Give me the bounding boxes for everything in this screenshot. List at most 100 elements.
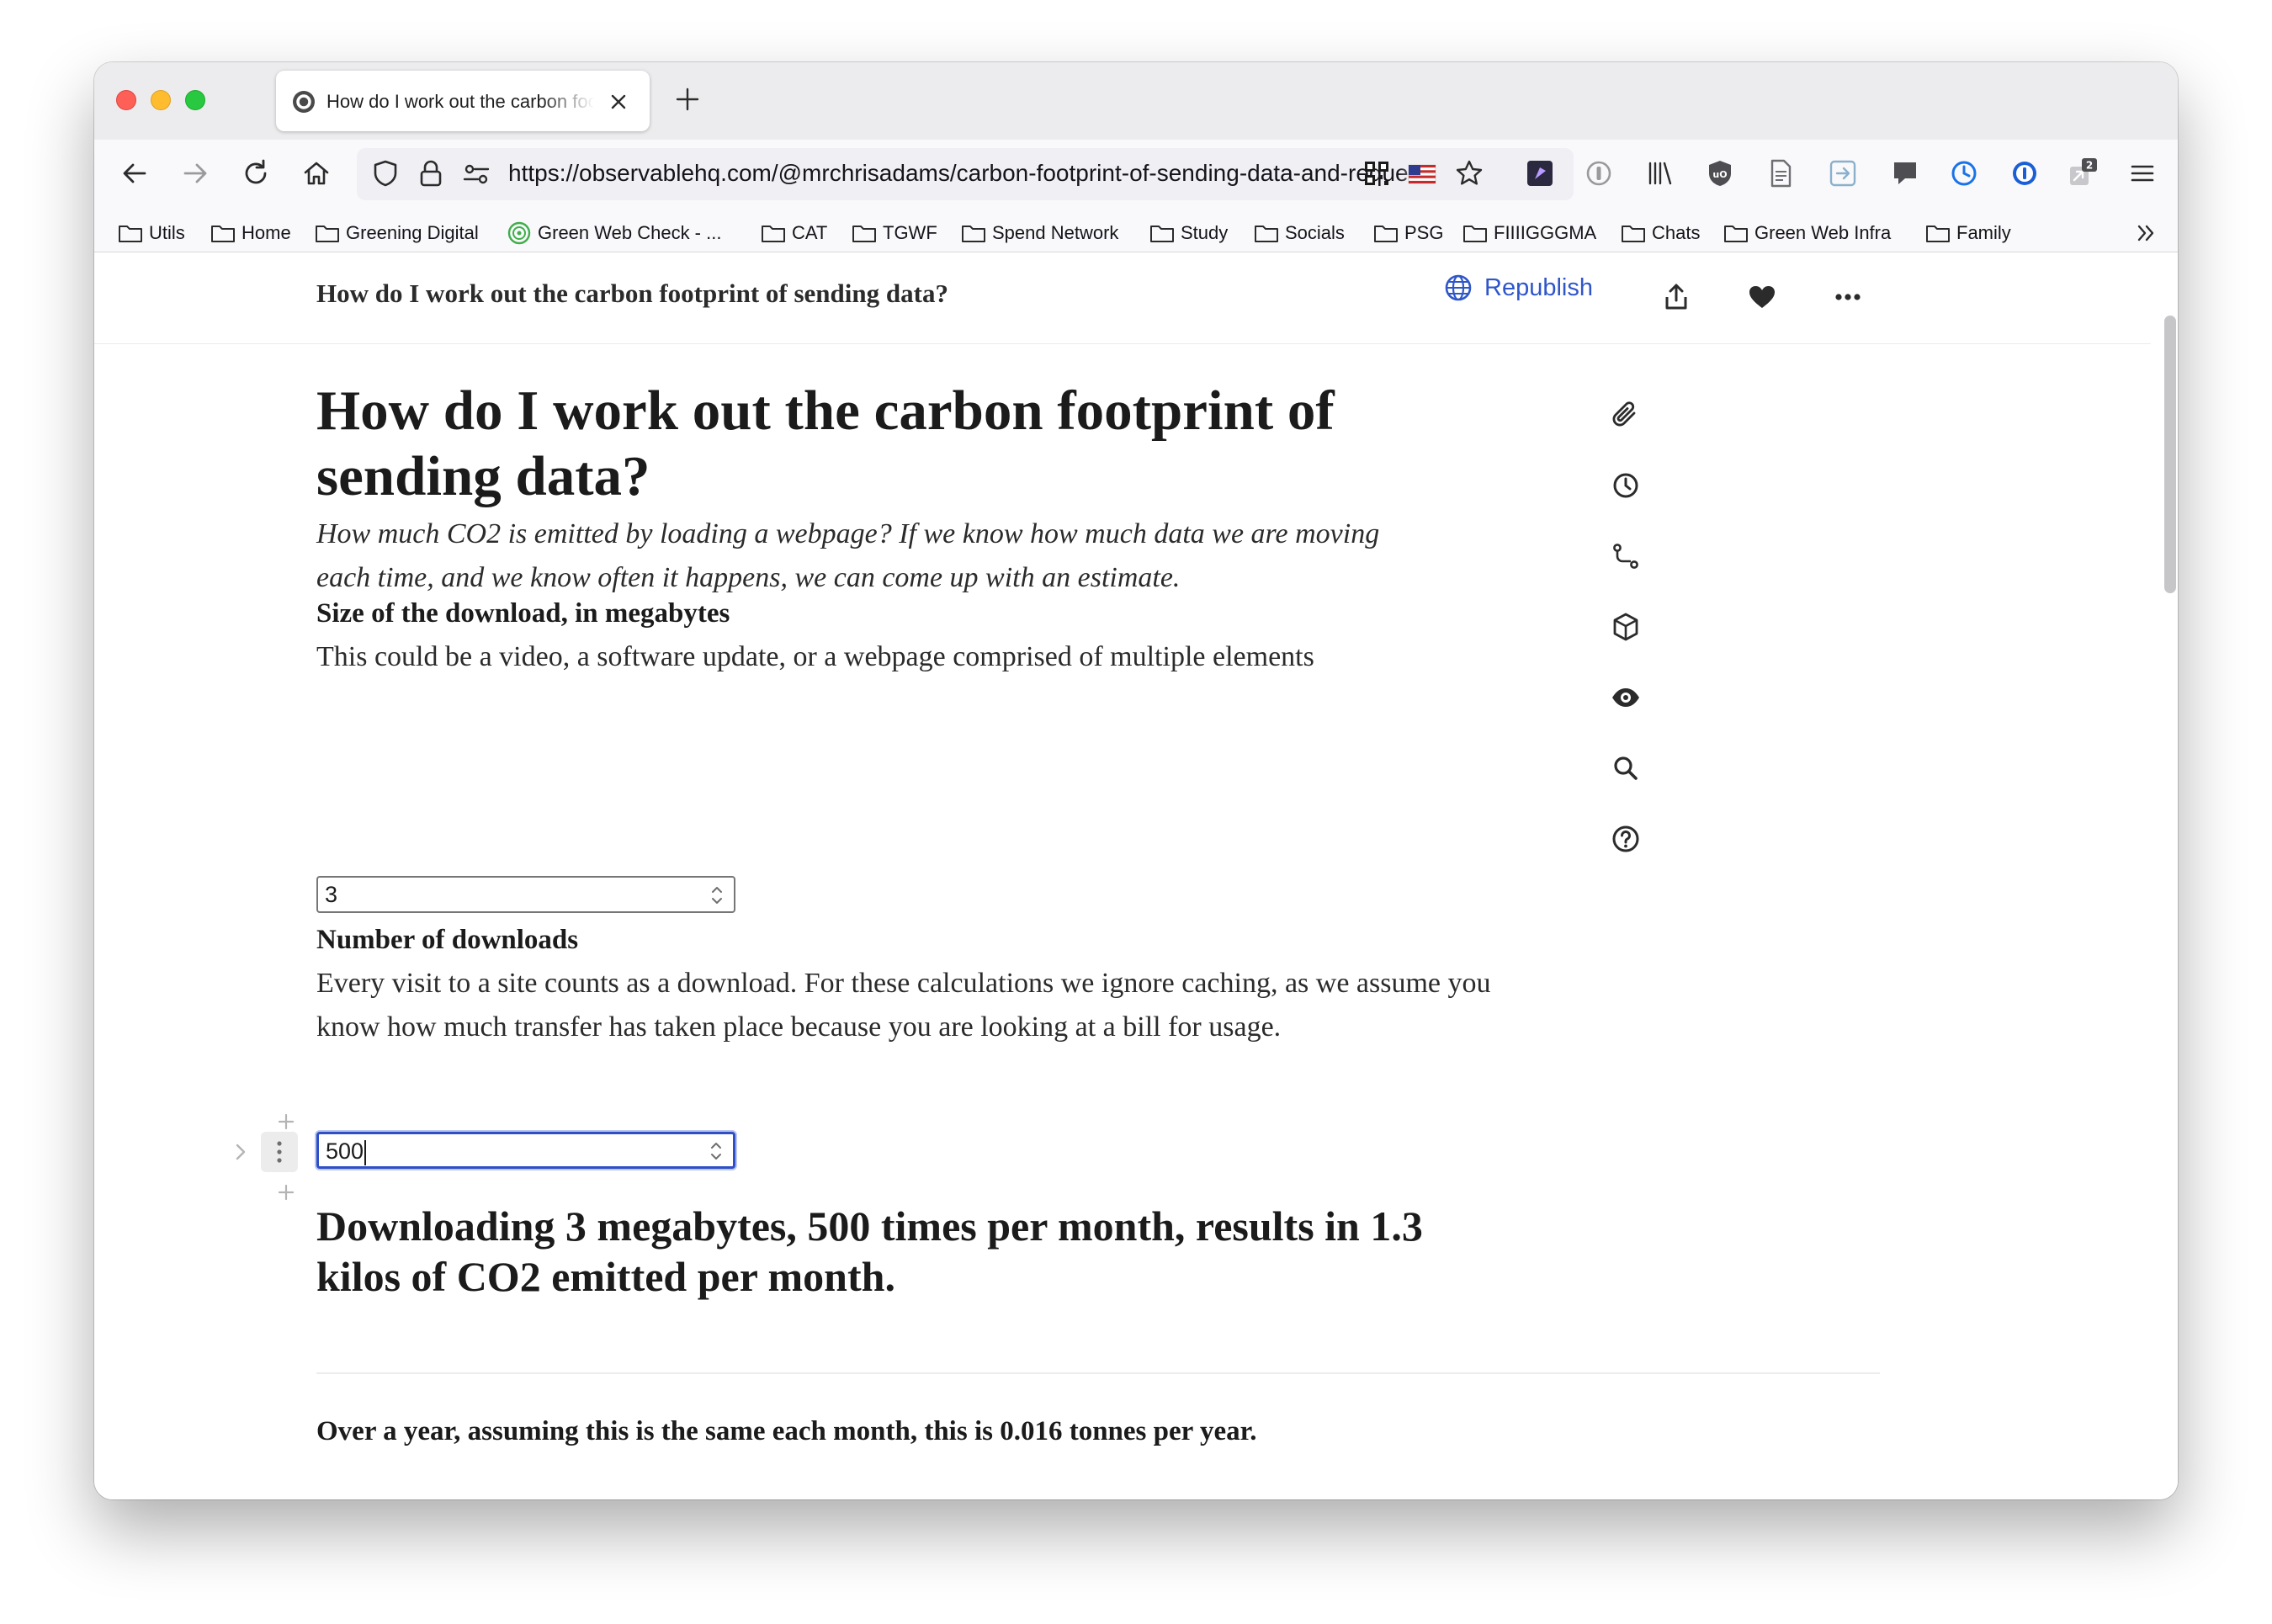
folder-icon xyxy=(852,226,876,242)
bookmark-item[interactable]: Home xyxy=(210,220,291,246)
yearly-result-text: Over a year, assuming this is the same e… xyxy=(316,1416,1257,1446)
bookmark-item[interactable]: Green Web Infra xyxy=(1723,220,1891,246)
history-icon[interactable] xyxy=(1609,469,1643,502)
notebook-header: How do I work out the carbon footprint o… xyxy=(94,253,2151,344)
library-icon[interactable] xyxy=(1643,157,1676,190)
folder-icon xyxy=(316,226,339,242)
bookmark-item[interactable]: CAT xyxy=(761,220,827,246)
folder-icon xyxy=(211,226,235,242)
paperclip-icon[interactable] xyxy=(1609,398,1643,432)
folder-icon xyxy=(1374,226,1398,242)
search-icon[interactable] xyxy=(1609,751,1643,785)
number-spinner-icon[interactable] xyxy=(709,883,725,908)
notebook-intro: How much CO2 is emitted by loading a web… xyxy=(316,518,1380,593)
folder-icon xyxy=(119,226,142,242)
qr-code-icon[interactable] xyxy=(1360,157,1393,190)
bookmark-item[interactable]: Spend Network xyxy=(961,220,1118,246)
send-to-device-icon[interactable] xyxy=(1826,157,1860,190)
text-caret xyxy=(364,1139,367,1165)
arrow-left-icon[interactable] xyxy=(118,157,151,190)
close-tab-icon[interactable] xyxy=(608,91,629,113)
heart-icon[interactable] xyxy=(1745,280,1779,314)
bookmark-label: Home xyxy=(242,222,291,243)
shield-icon[interactable] xyxy=(369,157,402,190)
vertical-dots-icon xyxy=(277,1141,282,1163)
add-cell-above-icon[interactable] xyxy=(276,1112,296,1132)
bookmark-label: Green Web Check - ... xyxy=(538,222,722,243)
permissions-icon[interactable] xyxy=(459,157,493,190)
extensions-badge-icon[interactable]: 2 xyxy=(2065,157,2099,190)
us-flag-icon[interactable] xyxy=(1405,157,1439,190)
folder-icon xyxy=(1150,226,1174,242)
downloads-label: Number of downloads xyxy=(316,925,579,955)
folder-icon xyxy=(762,226,785,242)
close-window-button[interactable] xyxy=(116,90,136,110)
svg-text:uO: uO xyxy=(1712,169,1727,180)
green-web-check-icon xyxy=(507,221,531,245)
dependency-icon[interactable] xyxy=(1609,539,1643,573)
bookmark-label: Chats xyxy=(1652,222,1701,243)
bookmark-label: Study xyxy=(1181,222,1229,243)
observable-favicon-icon xyxy=(293,91,315,113)
notebook-body: How do I work out the carbon footprint o… xyxy=(94,344,2151,1499)
extension-purple-icon[interactable] xyxy=(1523,157,1557,190)
bookmark-item[interactable]: Family xyxy=(1925,220,2011,246)
republish-label: Republish xyxy=(1484,273,1593,301)
download-size-value: 3 xyxy=(325,882,338,907)
home-icon[interactable] xyxy=(300,157,333,190)
arrow-right-icon[interactable] xyxy=(178,157,212,190)
bookmark-item[interactable]: Greening Digital xyxy=(315,220,479,246)
hamburger-icon[interactable] xyxy=(2126,157,2159,190)
bookmark-item[interactable]: Socials xyxy=(1254,220,1345,246)
bookmark-item[interactable]: Utils xyxy=(118,220,185,246)
extension-password-icon[interactable] xyxy=(1582,157,1616,190)
star-icon[interactable] xyxy=(1452,157,1486,190)
folder-icon xyxy=(1463,226,1487,242)
onepassword-icon[interactable] xyxy=(2008,157,2041,190)
reload-icon[interactable] xyxy=(239,157,273,190)
download-size-input[interactable]: 3 xyxy=(316,876,735,913)
bookmark-item[interactable]: Study xyxy=(1149,220,1228,246)
bookmark-label: Utils xyxy=(149,222,185,243)
bookmark-item[interactable]: FIIIIGGGMA xyxy=(1462,220,1596,246)
minimize-window-button[interactable] xyxy=(151,90,171,110)
republish-button[interactable]: Republish xyxy=(1444,273,1593,302)
bookmark-item[interactable]: PSG xyxy=(1373,220,1443,246)
more-options-icon[interactable] xyxy=(1831,280,1865,314)
folder-icon xyxy=(1622,226,1645,242)
url-text[interactable]: https://observablehq.com/@mrchrisadams/c… xyxy=(508,150,1434,197)
tab-active[interactable]: How do I work out the carbon footprint o… xyxy=(276,71,650,131)
divider xyxy=(316,1372,1880,1374)
scrollbar-thumb[interactable] xyxy=(2164,316,2176,593)
right-sidebar-icons xyxy=(1609,344,1659,933)
bookmark-label: CAT xyxy=(792,222,828,243)
bookmark-item[interactable]: Chats xyxy=(1621,220,1700,246)
number-spinner-icon[interactable] xyxy=(708,1138,725,1164)
bookmarks-toolbar: Utils Home Greening Digital Green Web Check… xyxy=(94,209,2178,252)
bookmark-item[interactable]: TGWF xyxy=(852,220,937,246)
expand-cell-icon[interactable] xyxy=(231,1135,251,1169)
bookmarks-overflow-icon[interactable] xyxy=(2134,220,2159,246)
share-icon[interactable] xyxy=(1659,280,1693,314)
ublock-icon[interactable]: uO xyxy=(1703,157,1737,190)
downloads-input[interactable]: 500 xyxy=(316,1132,735,1169)
new-tab-icon[interactable] xyxy=(673,85,702,114)
lock-icon[interactable] xyxy=(414,157,448,190)
package-icon[interactable] xyxy=(1609,610,1643,644)
bookmark-label: Family xyxy=(1956,222,2011,243)
bookmark-label: Socials xyxy=(1285,222,1345,243)
visibility-icon[interactable] xyxy=(1609,681,1643,714)
notes-icon[interactable] xyxy=(1888,157,1922,190)
clock-extension-icon[interactable] xyxy=(1947,157,1981,190)
notebook-header-title: How do I work out the carbon footprint o… xyxy=(316,279,948,308)
reader-icon[interactable] xyxy=(1764,157,1797,190)
folder-icon xyxy=(962,226,985,242)
add-cell-below-icon[interactable] xyxy=(276,1182,296,1202)
zoom-window-button[interactable] xyxy=(185,90,205,110)
help-icon[interactable] xyxy=(1609,822,1643,856)
bookmark-item[interactable]: Green Web Check - ... xyxy=(507,220,721,246)
bookmark-label: Spend Network xyxy=(992,222,1119,243)
tab-bar: How do I work out the carbon footprint o… xyxy=(94,62,2178,140)
cell-menu-button[interactable] xyxy=(261,1132,298,1172)
notebook-title: How do I work out the carbon footprint o… xyxy=(316,379,1335,507)
